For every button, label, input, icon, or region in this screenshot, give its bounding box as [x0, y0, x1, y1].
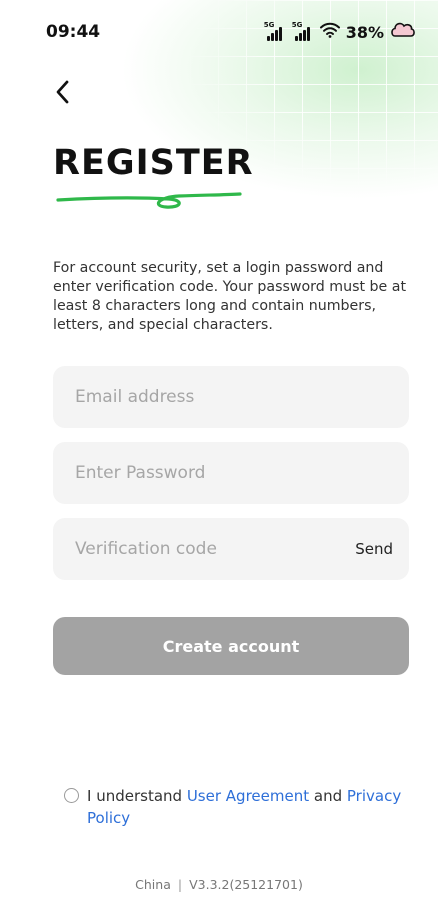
battery-icon	[390, 20, 416, 44]
password-field-container	[53, 442, 409, 504]
instructions-text: For account security, set a login passwo…	[53, 260, 407, 333]
wifi-icon	[319, 22, 340, 42]
back-button[interactable]	[48, 76, 76, 108]
agreement-row: I understand User Agreement and Privacy …	[64, 785, 414, 829]
create-account-button[interactable]: Create account	[53, 617, 409, 675]
verification-code-field-container: Send	[53, 518, 409, 580]
footer: China | V3.3.2(25121701)	[0, 877, 438, 892]
agreement-text: I understand User Agreement and Privacy …	[87, 785, 414, 829]
version-label: V3.3.2(25121701)	[189, 877, 303, 892]
cellular-signal-icon: 5G	[263, 21, 286, 41]
password-field[interactable]	[75, 463, 393, 483]
signal-tag: 5G	[263, 21, 275, 29]
radio-unchecked-icon[interactable]	[64, 788, 79, 803]
chevron-left-icon	[56, 80, 69, 104]
verification-code-field[interactable]	[75, 539, 356, 559]
page-title: REGISTER	[53, 143, 254, 183]
signal-tag: 5G	[291, 21, 303, 29]
footer-separator: |	[177, 877, 183, 892]
battery-percent: 38%	[345, 22, 384, 42]
send-code-button[interactable]: Send	[355, 540, 393, 558]
status-icons: 5G 5G 38%	[264, 20, 416, 44]
email-field-container	[53, 366, 409, 428]
agreement-connector: and	[313, 787, 343, 805]
email-field[interactable]	[75, 387, 393, 407]
agreement-prefix: I understand	[87, 787, 183, 805]
status-time: 09:44	[46, 22, 101, 42]
region-label: China	[135, 877, 171, 892]
title-underline-decoration	[56, 192, 242, 209]
user-agreement-link[interactable]: User Agreement	[187, 787, 309, 805]
cellular-signal-icon: 5G	[291, 21, 314, 41]
